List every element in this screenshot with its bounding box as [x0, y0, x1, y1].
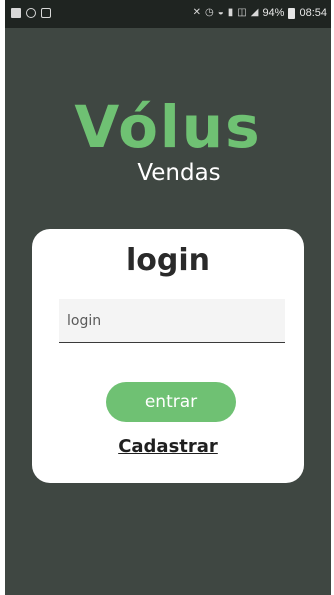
notification-icons [11, 8, 51, 18]
login-title: login [125, 243, 210, 278]
status-bar: ✕ ◷ ◒ ▮ ◫ ◢ 94% 08:54 [5, 0, 331, 28]
app-screen: ✕ ◷ ◒ ▮ ◫ ◢ 94% 08:54 Vólus Vendas login… [5, 0, 331, 595]
enter-button[interactable]: entrar [106, 382, 236, 422]
message-icon [41, 8, 51, 18]
lte-icon: ◫ [237, 7, 247, 18]
signal-icon: ◢ [250, 7, 259, 18]
mute-icon: ✕ [192, 7, 201, 18]
login-card: login entrar Cadastrar [32, 229, 304, 483]
battery-icon [288, 7, 296, 19]
wifi-icon: ◒ [217, 7, 224, 18]
login-input[interactable] [59, 299, 285, 343]
logo-subtitle: Vendas [137, 160, 221, 186]
alarm-icon: ◷ [204, 7, 214, 18]
clock: 08:54 [299, 7, 327, 19]
nfc-icon: ▮ [227, 7, 234, 18]
facebook-icon [11, 8, 21, 18]
whatsapp-icon [26, 8, 36, 18]
logo-brand: Vólus [74, 93, 262, 161]
system-icons: ✕ ◷ ◒ ▮ ◫ ◢ 94% 08:54 [193, 7, 327, 19]
register-link[interactable]: Cadastrar [32, 436, 304, 457]
app-logo: Vólus Vendas [5, 93, 331, 186]
battery-percent: 94% [262, 7, 285, 19]
